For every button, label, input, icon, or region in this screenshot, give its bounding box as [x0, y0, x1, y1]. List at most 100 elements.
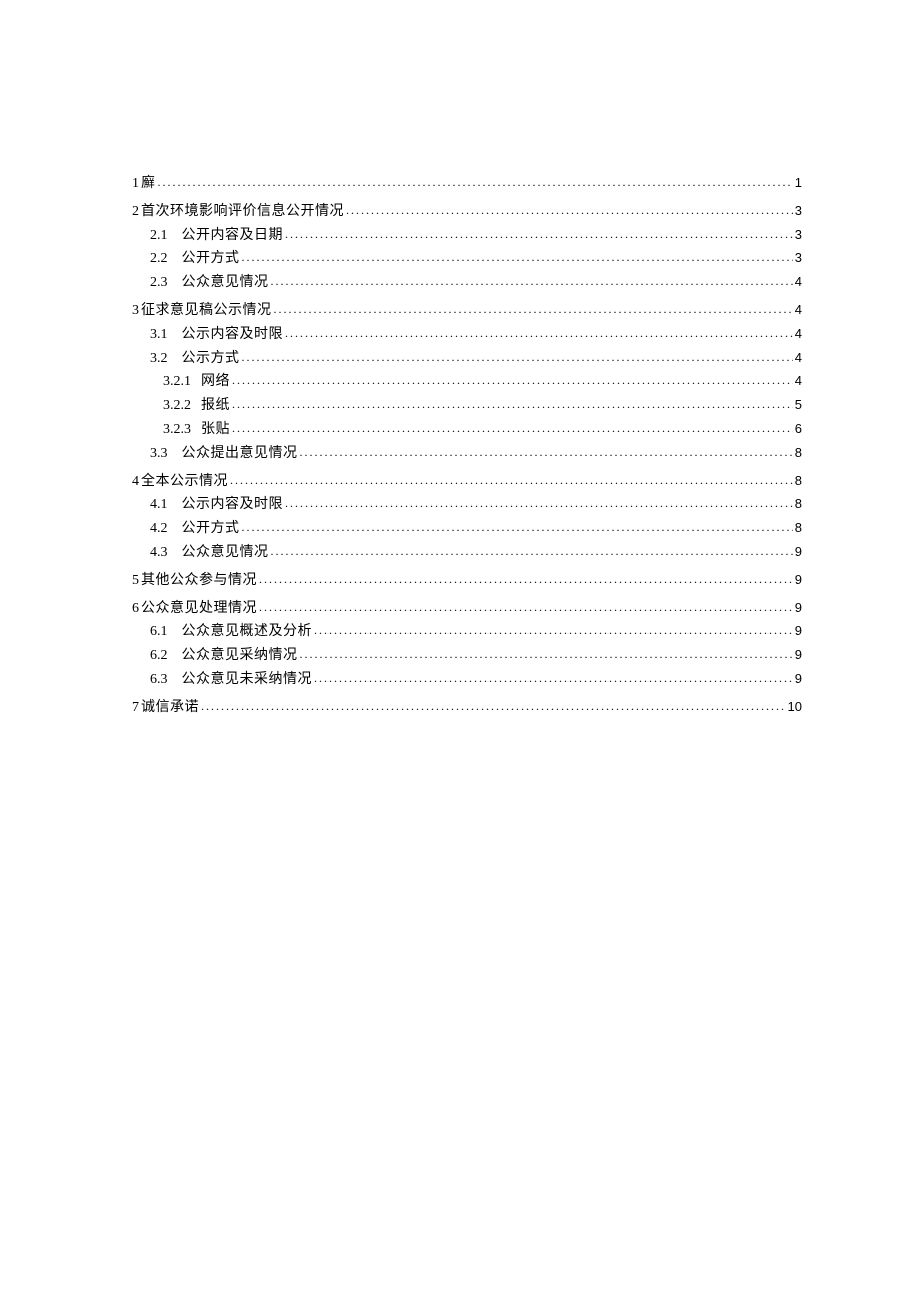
toc-number: 2.1 — [150, 224, 168, 248]
toc-number: 2.2 — [150, 247, 168, 271]
toc-title: 公众意见采纳情况 — [182, 644, 298, 668]
toc-title: 网络 — [201, 370, 230, 394]
toc-entry[interactable]: 3.2.3 张贴 6 — [132, 418, 802, 442]
toc-title: 全本公示情况 — [141, 470, 228, 494]
toc-leader-dots — [285, 323, 793, 343]
toc-entry[interactable]: 3.3公众提出意见情况8 — [132, 442, 802, 466]
toc-title: 公众提出意见情况 — [182, 442, 298, 466]
toc-title: 公众意见情况 — [182, 541, 269, 565]
toc-number: 5 — [132, 569, 139, 593]
toc-page-number: 8 — [795, 493, 802, 515]
toc-leader-dots — [285, 493, 793, 513]
toc-leader-dots — [346, 200, 793, 220]
toc-page-number: 3 — [795, 247, 802, 269]
toc-leader-dots — [271, 271, 793, 291]
toc-entry[interactable]: 1廯1 — [132, 172, 802, 196]
toc-page-number: 4 — [795, 370, 802, 392]
toc-title: 征求意见稿公示情况 — [141, 299, 272, 323]
toc-title: 公示方式 — [182, 347, 240, 371]
toc-page-number: 4 — [795, 347, 802, 369]
toc-number: 2 — [132, 200, 139, 224]
toc-number: 4.1 — [150, 493, 168, 517]
toc-page-number: 4 — [795, 271, 802, 293]
toc-entry[interactable]: 6.2 公众意见采纳情况 9 — [132, 644, 802, 668]
toc-leader-dots — [232, 370, 793, 390]
toc-leader-dots — [271, 541, 793, 561]
toc-entry[interactable]: 3.2.2报纸5 — [132, 394, 802, 418]
toc-entry[interactable]: 4.2 公开方式 8 — [132, 517, 802, 541]
toc-number: 3.2 — [150, 347, 168, 371]
toc-title: 公开方式 — [182, 247, 240, 271]
toc-entry[interactable]: 2首次环境影响评价信息公开情况 3 — [132, 200, 802, 224]
toc-leader-dots — [158, 172, 793, 192]
toc-page-number: 9 — [795, 597, 802, 619]
toc-number: 7 — [132, 696, 139, 720]
toc-entry[interactable]: 2.3 公众意见情况 4 — [132, 271, 802, 295]
toc-number: 6.1 — [150, 620, 168, 644]
toc-page-number: 3 — [795, 224, 802, 246]
toc-page-number: 9 — [795, 620, 802, 642]
toc-number: 6.2 — [150, 644, 168, 668]
toc-leader-dots — [242, 517, 793, 537]
toc-number: 3.2.3 — [163, 418, 191, 442]
toc-leader-dots — [259, 569, 793, 589]
toc-leader-dots — [230, 470, 793, 490]
toc-leader-dots — [285, 224, 793, 244]
toc-leader-dots — [259, 597, 793, 617]
toc-page-number: 8 — [795, 470, 802, 492]
toc-number: 1 — [132, 172, 139, 196]
toc-entry[interactable]: 3.2.1 网络 4 — [132, 370, 802, 394]
toc-page-number: 4 — [795, 299, 802, 321]
toc-title: 公众意见概述及分析 — [182, 620, 313, 644]
toc-entry[interactable]: 5其他公众参与情况 9 — [132, 569, 802, 593]
toc-number: 3 — [132, 299, 139, 323]
toc-title: 其他公众参与情况 — [141, 569, 257, 593]
toc-entry[interactable]: 3.2 公示方式 4 — [132, 347, 802, 371]
toc-title: 公开内容及日期 — [182, 224, 284, 248]
toc-title: 张贴 — [201, 418, 230, 442]
toc-number: 3.1 — [150, 323, 168, 347]
toc-title: 报纸 — [201, 394, 230, 418]
toc-entry[interactable]: 3.1 公示内容及时限 4 — [132, 323, 802, 347]
toc-leader-dots — [300, 644, 793, 664]
toc-entry[interactable]: 4.3公众意见情况9 — [132, 541, 802, 565]
toc-title: 诚信承诺 — [141, 696, 199, 720]
toc-title: 廯 — [141, 172, 156, 196]
toc-page-number: 4 — [795, 323, 802, 345]
toc-title: 公众意见未采纳情况 — [182, 668, 313, 692]
toc-page-number: 8 — [795, 442, 802, 464]
toc-title: 公众意见情况 — [182, 271, 269, 295]
toc-entry[interactable]: 3征求意见稿公示情况 4 — [132, 299, 802, 323]
toc-number: 3.2.1 — [163, 370, 191, 394]
toc-leader-dots — [314, 668, 793, 688]
toc-leader-dots — [242, 247, 793, 267]
table-of-contents: 1廯12首次环境影响评价信息公开情况32.1公开内容及日期32.2公开方式32.… — [132, 172, 802, 720]
toc-page-number: 3 — [795, 200, 802, 222]
toc-entry[interactable]: 6公众意见处理情况9 — [132, 597, 802, 621]
toc-leader-dots — [232, 418, 793, 438]
toc-entry[interactable]: 2.1 公开内容及日期 3 — [132, 224, 802, 248]
toc-page-number: 10 — [788, 696, 802, 718]
toc-number: 2.3 — [150, 271, 168, 295]
toc-leader-dots — [274, 299, 793, 319]
toc-number: 4 — [132, 470, 139, 494]
toc-number: 6.3 — [150, 668, 168, 692]
toc-title: 公开方式 — [182, 517, 240, 541]
toc-title: 首次环境影响评价信息公开情况 — [141, 200, 344, 224]
toc-entry[interactable]: 2.2 公开方式 3 — [132, 247, 802, 271]
toc-leader-dots — [314, 620, 793, 640]
toc-entry[interactable]: 6.3公众意见未采纳情况9 — [132, 668, 802, 692]
toc-title: 公示内容及时限 — [182, 323, 284, 347]
toc-page-number: 6 — [795, 418, 802, 440]
toc-entry[interactable]: 6.1 公众意见概述及分析 9 — [132, 620, 802, 644]
toc-entry[interactable]: 7诚信承诺 10 — [132, 696, 802, 720]
toc-page-number: 9 — [795, 644, 802, 666]
toc-leader-dots — [300, 442, 793, 462]
toc-page-number: 8 — [795, 517, 802, 539]
toc-entry[interactable]: 4.1 公示内容及时限 8 — [132, 493, 802, 517]
toc-title: 公示内容及时限 — [182, 493, 284, 517]
toc-title: 公众意见处理情况 — [141, 597, 257, 621]
toc-entry[interactable]: 4全本公示情况 8 — [132, 470, 802, 494]
toc-page-number: 9 — [795, 569, 802, 591]
toc-number: 4.2 — [150, 517, 168, 541]
